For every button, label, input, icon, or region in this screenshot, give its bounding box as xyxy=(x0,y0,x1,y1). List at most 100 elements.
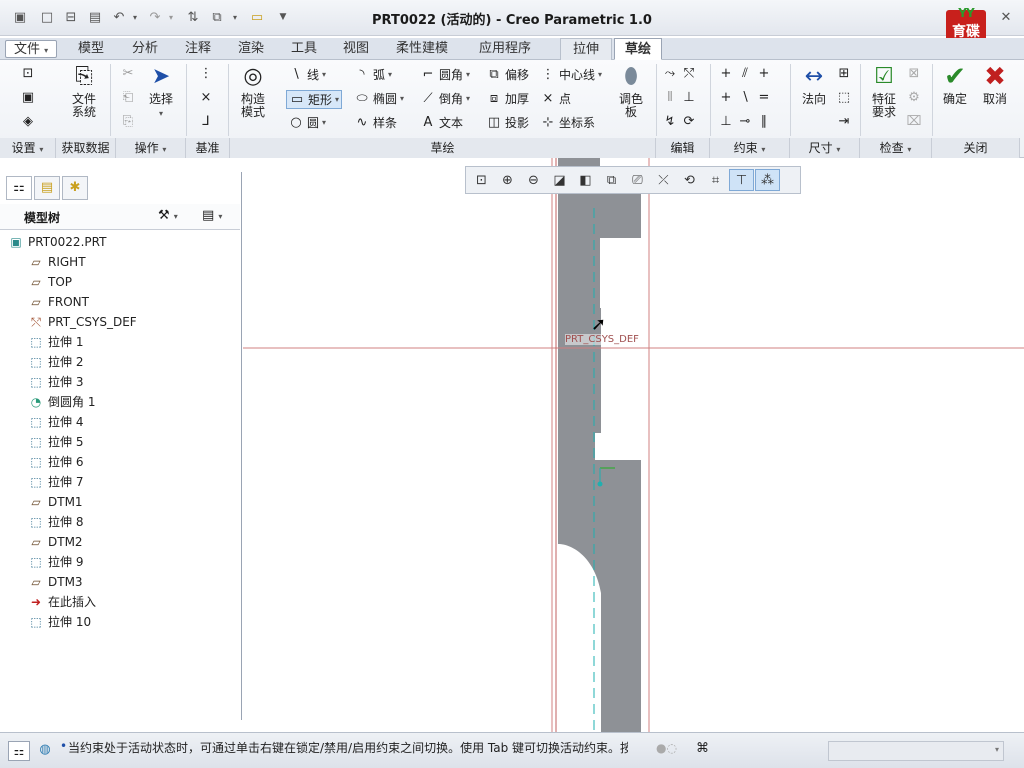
datum-centerline-icon[interactable]: ⋮ xyxy=(198,66,214,81)
constraint-horizontal-icon[interactable]: + ∖ = xyxy=(718,90,772,105)
datum-point-icon[interactable]: × xyxy=(198,90,214,105)
tree-item[interactable]: ⬚ 拉伸 3 xyxy=(28,372,83,392)
favorites-tab-icon[interactable]: ✱ xyxy=(62,176,88,200)
tab-extrude[interactable]: 拉伸 xyxy=(560,38,612,60)
text-button[interactable]: A 文本 xyxy=(420,114,463,131)
tree-item[interactable]: ⬚ 拉伸 2 xyxy=(28,352,83,372)
point-button[interactable]: × 点 xyxy=(540,90,571,107)
datum-display-icon[interactable]: ⤫ xyxy=(651,169,676,191)
modify-icon[interactable]: ⤳ ⤲ xyxy=(662,66,697,81)
select-button[interactable]: ➤ 选择 ▾ xyxy=(144,64,178,120)
display-style-icon[interactable]: ◧ xyxy=(573,169,598,191)
fillet-button[interactable]: ⌐ 圆角 ▾ xyxy=(420,66,470,83)
tab-tools[interactable]: 工具 xyxy=(283,38,325,60)
divide-icon[interactable]: ↯ ⟳ xyxy=(662,114,697,129)
tree-item[interactable]: ⬚ 拉伸 5 xyxy=(28,432,83,452)
tab-applications[interactable]: 应用程序 xyxy=(471,38,539,60)
browser-icon[interactable]: ◍ xyxy=(34,741,56,761)
tab-file[interactable]: 文件 ▾ xyxy=(5,40,58,58)
tree-item[interactable]: ▱ TOP xyxy=(28,272,72,292)
tree-item[interactable]: ▱ DTM3 xyxy=(28,572,82,592)
cancel-button[interactable]: ✖ 取消 xyxy=(978,64,1012,106)
toggle-navigator-icon[interactable]: ⚏ xyxy=(8,741,30,761)
tree-item[interactable]: ▱ DTM1 xyxy=(28,492,82,512)
construction-mode-button[interactable]: ◎ 构造 模式 xyxy=(236,64,270,119)
constraint-vertical-icon[interactable]: + ⫽ + xyxy=(718,66,772,81)
selection-filter-dropdown[interactable]: ▾ xyxy=(828,741,1004,761)
find-icon[interactable]: ⌘ xyxy=(696,741,709,756)
circle-button[interactable]: ○ 圆 ▾ xyxy=(288,114,326,131)
reference-icon[interactable]: ▣ xyxy=(20,90,36,105)
mirror-icon[interactable]: ⫴ ⊥ xyxy=(662,90,697,105)
tree-item[interactable]: ⬚ 拉伸 10 xyxy=(28,612,91,632)
tree-item[interactable]: ▱ FRONT xyxy=(28,292,89,312)
model-tree-tab-icon[interactable]: ⚏ xyxy=(6,176,32,200)
sketch-view-icon[interactable]: ⎚ xyxy=(625,169,650,191)
vertex-display-icon[interactable]: ⁂ xyxy=(755,169,780,191)
csys-button[interactable]: ⊹ 坐标系 xyxy=(540,114,595,131)
dim-display-icon[interactable]: ⌗ xyxy=(703,169,728,191)
offset-button[interactable]: ⧉ 偏移 xyxy=(486,66,529,83)
tab-sketch[interactable]: 草绘 xyxy=(614,38,662,60)
tree-item[interactable]: ◔ 倒圆角 1 xyxy=(28,392,96,412)
repaint-icon[interactable]: ◪ xyxy=(547,169,572,191)
sketch-view-icon[interactable]: ◈ xyxy=(20,114,36,129)
tree-item[interactable]: ▣ PRT0022.PRT xyxy=(8,232,106,252)
tree-item[interactable]: ▱ RIGHT xyxy=(28,252,85,272)
group-constrain[interactable]: 约束 ▾ xyxy=(710,138,790,158)
feature-requirements-button[interactable]: ☑ 特征 要求 xyxy=(864,64,904,119)
tree-item[interactable]: ⤲ PRT_CSYS_DEF xyxy=(28,312,137,332)
palette-button[interactable]: ⬮ 调色 板 xyxy=(614,64,648,119)
tab-view[interactable]: 视图 xyxy=(335,38,377,60)
group-inspect[interactable]: 检查 ▾ xyxy=(860,138,932,158)
ellipse-button[interactable]: ⬭ 椭圆 ▾ xyxy=(354,90,404,107)
normal-dimension-button[interactable]: ↔ 法向 xyxy=(796,64,832,106)
group-operations[interactable]: 操作 ▾ xyxy=(116,138,186,158)
tree-item[interactable]: ⬚ 拉伸 7 xyxy=(28,472,83,492)
file-system-button[interactable]: ⎘ 文件 系统 xyxy=(64,64,104,119)
reference-dim-icon[interactable]: ⬚ xyxy=(836,90,852,105)
tree-filters-icon[interactable]: ▤ ▾ xyxy=(202,208,222,223)
tab-model[interactable]: 模型 xyxy=(70,38,112,60)
tab-annotate[interactable]: 注释 xyxy=(177,38,219,60)
spline-button[interactable]: ∿ 样条 xyxy=(354,114,397,131)
tree-settings-icon[interactable]: ⚒ ▾ xyxy=(158,208,178,223)
saved-views-icon[interactable]: ⧉ xyxy=(599,169,624,191)
highlight-open-ends-icon[interactable]: ⊠ xyxy=(906,66,922,81)
overlap-geometry-icon[interactable]: ⚙ xyxy=(906,90,922,105)
cut-icon[interactable]: ✂ xyxy=(120,66,136,81)
group-setup[interactable]: 设置 ▾ xyxy=(0,138,56,158)
tree-item[interactable]: ⬚ 拉伸 6 xyxy=(28,452,83,472)
spin-center-icon[interactable]: ⟲ xyxy=(677,169,702,191)
sketch-setup-icon[interactable]: ⊡ xyxy=(20,66,36,81)
tree-item[interactable]: ⬚ 拉伸 9 xyxy=(28,552,83,572)
shade-closed-loops-icon[interactable]: ⌧ xyxy=(906,114,922,129)
tab-analysis[interactable]: 分析 xyxy=(124,38,166,60)
folder-browser-tab-icon[interactable]: ▤ xyxy=(34,176,60,200)
copy-icon[interactable]: ⎗ xyxy=(120,90,136,105)
close-icon[interactable]: ✕ xyxy=(998,7,1014,27)
perimeter-dim-icon[interactable]: ⊞ xyxy=(836,66,852,81)
thicken-button[interactable]: ⧈ 加厚 xyxy=(486,90,529,107)
line-button[interactable]: ∖ 线 ▾ xyxy=(288,66,326,83)
tree-item[interactable]: ⬚ 拉伸 8 xyxy=(28,512,83,532)
zoom-in-icon[interactable]: ⊕ xyxy=(495,169,520,191)
constraint-display-icon[interactable]: ⊤ xyxy=(729,169,754,191)
group-dimension[interactable]: 尺寸 ▾ xyxy=(790,138,860,158)
constraint-perpendicular-icon[interactable]: ⊥ ⊸ ∥ xyxy=(718,114,772,129)
tree-item[interactable]: ⬚ 拉伸 4 xyxy=(28,412,83,432)
datum-csys-icon[interactable]: ⅃ xyxy=(198,114,214,129)
ok-button[interactable]: ✔ 确定 xyxy=(938,64,972,106)
rectangle-button[interactable]: ▭ 矩形 ▾ xyxy=(286,90,343,109)
tree-item[interactable]: ▱ DTM2 xyxy=(28,532,82,552)
chamfer-button[interactable]: ⟋ 倒角 ▾ xyxy=(420,90,470,107)
zoom-out-icon[interactable]: ⊖ xyxy=(521,169,546,191)
paste-icon[interactable]: ⎘ xyxy=(120,114,136,129)
arc-button[interactable]: ◝ 弧 ▾ xyxy=(354,66,392,83)
graphics-window[interactable]: PRT_CSYS_DEF ➚ ⊡ ⊕ ⊖ ◪ ◧ ⧉ ⎚ ⤫ ⟲ ⌗ ⊤ ⁂ xyxy=(243,158,1024,732)
centerline-button[interactable]: ⋮ 中心线 ▾ xyxy=(540,66,603,83)
tab-flexible-modeling[interactable]: 柔性建模 xyxy=(388,38,456,60)
tree-item[interactable]: ➜ 在此插入 xyxy=(28,592,96,612)
refit-icon[interactable]: ⊡ xyxy=(469,169,494,191)
project-button[interactable]: ◫ 投影 xyxy=(486,114,529,131)
